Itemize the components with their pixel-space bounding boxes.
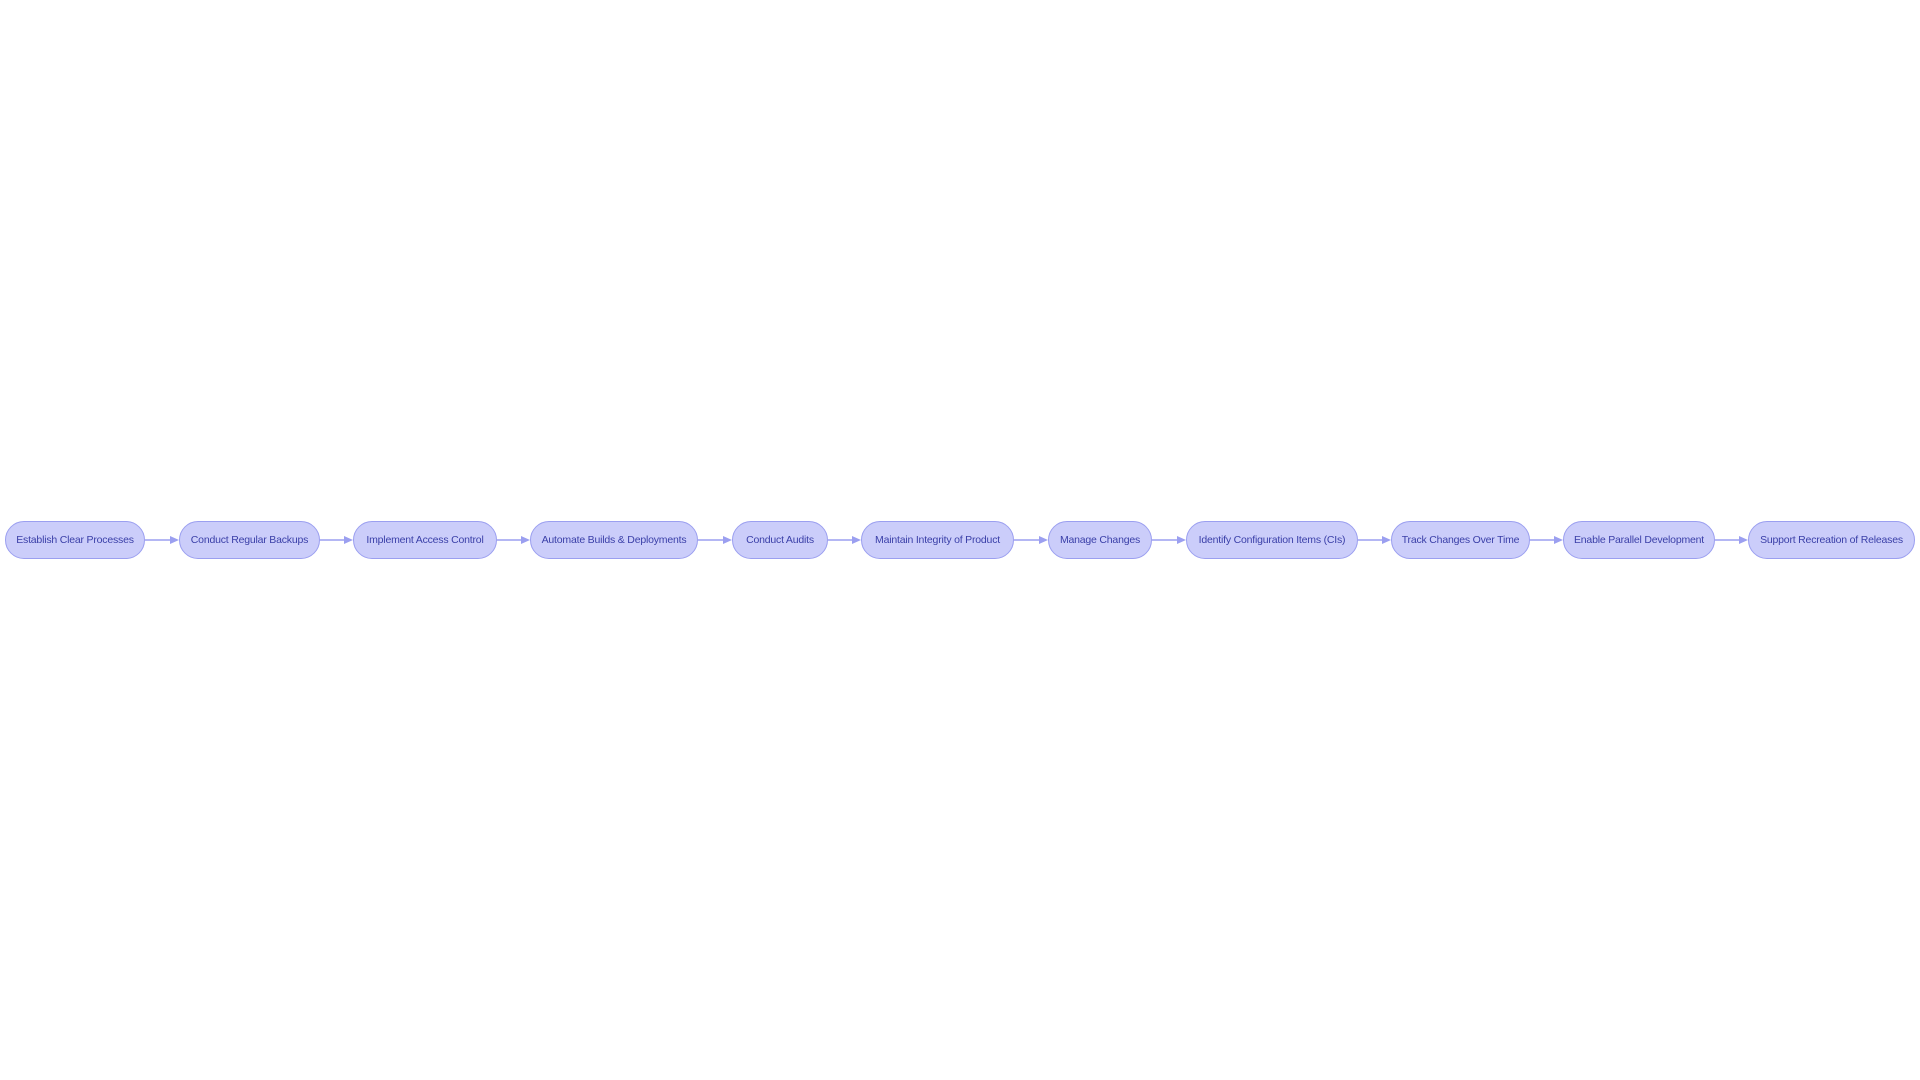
node-conduct-regular-backups[interactable]: Conduct Regular Backups — [179, 521, 320, 559]
arrowhead-icon — [521, 536, 530, 544]
arrowhead-icon — [1177, 536, 1186, 544]
node-enable-parallel-development[interactable]: Enable Parallel Development — [1563, 521, 1715, 559]
node-label: Establish Clear Processes — [16, 534, 134, 546]
node-track-changes-over-time[interactable]: Track Changes Over Time — [1391, 521, 1530, 559]
node-implement-access-control[interactable]: Implement Access Control — [353, 521, 497, 559]
node-label: Manage Changes — [1059, 534, 1141, 546]
arrowhead-icon — [852, 536, 861, 544]
arrowhead-icon — [723, 536, 732, 544]
node-maintain-integrity-of-product[interactable]: Maintain Integrity of Product — [861, 521, 1014, 559]
arrowhead-icon — [344, 536, 353, 544]
arrowhead-icon — [1382, 536, 1391, 544]
node-establish-clear-processes[interactable]: Establish Clear Processes — [5, 521, 145, 559]
node-automate-builds-deployments[interactable]: Automate Builds & Deployments — [530, 521, 698, 559]
arrowhead-icon — [170, 536, 179, 544]
node-label: Identify Configuration Items (CIs) — [1198, 534, 1346, 546]
arrowhead-icon — [1739, 536, 1748, 544]
node-label: Implement Access Control — [366, 534, 484, 546]
node-label: Enable Parallel Development — [1573, 534, 1704, 546]
node-identify-configuration-items[interactable]: Identify Configuration Items (CIs) — [1186, 521, 1358, 559]
node-conduct-audits[interactable]: Conduct Audits — [732, 521, 828, 559]
node-support-recreation-of-releases[interactable]: Support Recreation of Releases — [1748, 521, 1915, 559]
node-label: Support Recreation of Releases — [1760, 534, 1903, 546]
arrowhead-icon — [1039, 536, 1048, 544]
node-label: Automate Builds & Deployments — [541, 534, 687, 546]
arrowhead-icon — [1554, 536, 1563, 544]
node-label: Conduct Audits — [746, 534, 814, 546]
node-label: Conduct Regular Backups — [190, 534, 309, 546]
node-manage-changes[interactable]: Manage Changes — [1048, 521, 1152, 559]
flowchart-canvas: Establish Clear Processes Conduct Regula… — [0, 0, 1920, 1080]
node-label: Maintain Integrity of Product — [875, 534, 1000, 546]
node-label: Track Changes Over Time — [1401, 534, 1520, 546]
